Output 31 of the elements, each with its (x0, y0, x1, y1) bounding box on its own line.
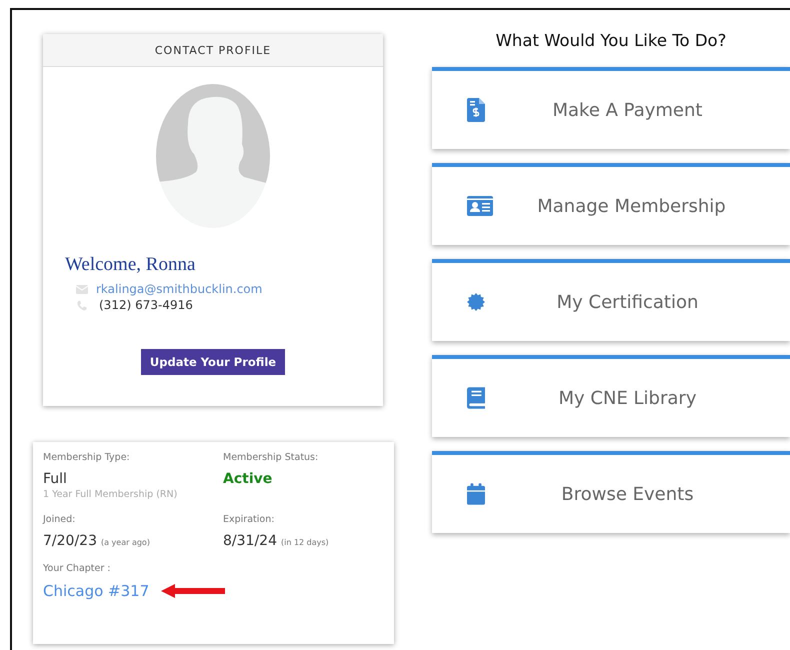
membership-type: Full (43, 471, 67, 487)
action-card[interactable]: My Certification (432, 259, 790, 341)
field-label: Your Chapter : (43, 563, 112, 574)
relative-time: (a year ago) (100, 538, 150, 547)
field-label: Membership Type: (43, 452, 131, 463)
relative-time: (in 12 days) (280, 538, 329, 547)
id-card-icon (467, 196, 493, 216)
email-link[interactable]: rkalinga@smithbucklin.com (96, 282, 262, 296)
invoice-icon (467, 98, 485, 122)
joined-date: 7/20/23 (43, 533, 97, 549)
update-profile-button[interactable]: Update Your Profile (140, 349, 286, 375)
membership-status: Active (223, 471, 272, 487)
card-header: CONTACT PROFILE (43, 34, 383, 67)
action-card[interactable]: Make A Payment (432, 67, 790, 149)
action-card[interactable]: My CNE Library (432, 355, 790, 437)
expiration-date: 8/31/24 (223, 533, 277, 549)
field-label: Membership Status: (223, 452, 320, 463)
field-label: Joined: (43, 514, 76, 525)
chapter-link[interactable]: Chicago #317 (43, 582, 150, 600)
section-title: What Would You Like To Do? (494, 31, 728, 50)
phone-icon (76, 300, 88, 310)
phone-number: (312) 673-4916 (98, 298, 193, 312)
action-card[interactable]: Manage Membership (432, 163, 790, 245)
book-icon (467, 386, 485, 410)
welcome-heading: Welcome, Ronna (65, 254, 196, 276)
calendar-icon (467, 482, 485, 506)
envelope-icon (76, 284, 88, 294)
action-card[interactable]: Browse Events (432, 451, 790, 533)
field-label: Expiration: (223, 514, 276, 525)
membership-detail: 1 Year Full Membership (RN) (43, 489, 178, 500)
arrow-drawing (161, 584, 226, 598)
